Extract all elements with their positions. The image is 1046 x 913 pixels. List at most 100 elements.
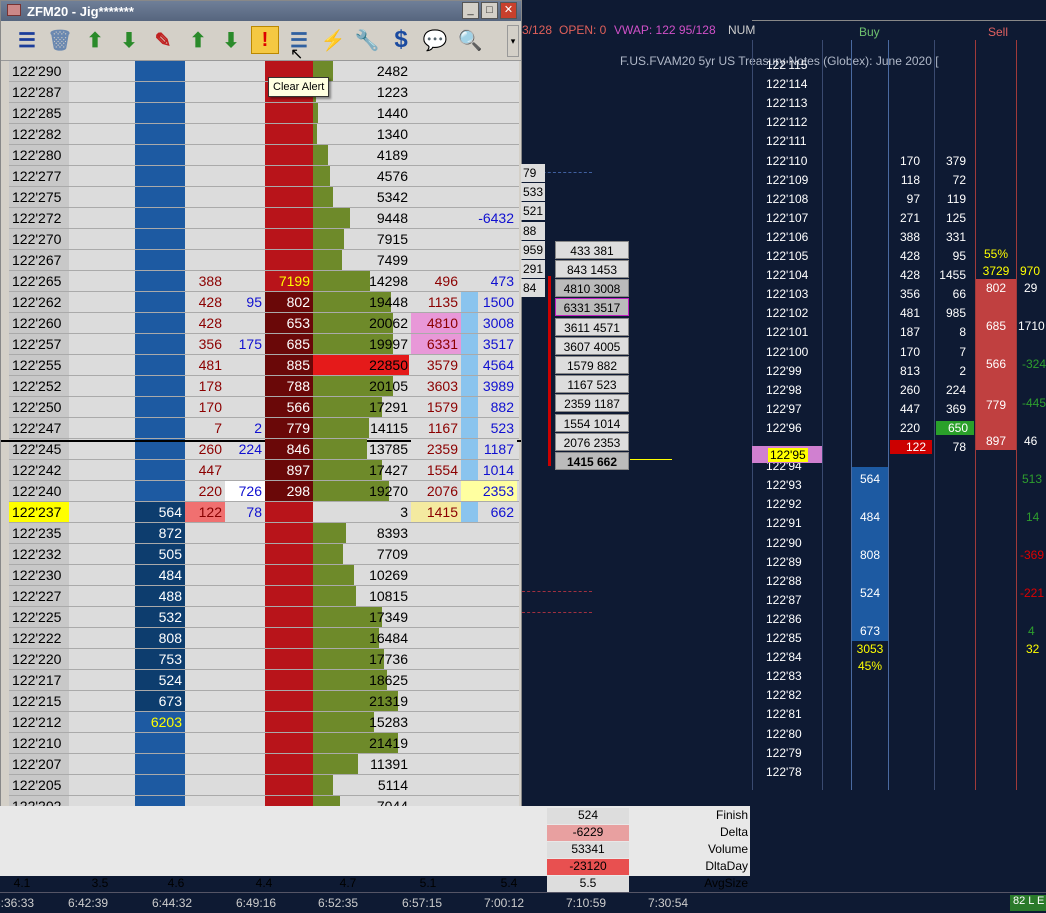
bid-size-cell[interactable]: 808	[135, 628, 185, 648]
col2-cell[interactable]: 95	[225, 292, 265, 312]
col1-cell[interactable]: 220	[185, 481, 225, 501]
ladder-row[interactable]: 122'282 1340	[9, 124, 519, 145]
volume-cell[interactable]: 21419	[313, 733, 411, 753]
ladder-row[interactable]: 122'275 5342	[9, 187, 519, 208]
price-cell[interactable]: 122'232	[9, 544, 69, 564]
col6-cell[interactable]: 882	[461, 397, 517, 417]
ladder-row[interactable]: 122'267 7499	[9, 250, 519, 271]
col5-cell[interactable]: 2359	[411, 439, 461, 459]
down-arrow-icon-2[interactable]: ⬇	[217, 26, 245, 54]
price-cell[interactable]: 122'212	[9, 712, 69, 732]
price-cell[interactable]: 122'240	[9, 481, 69, 501]
bid-size-cell[interactable]: 753	[135, 649, 185, 669]
volume-cell[interactable]: 7499	[313, 250, 411, 270]
price-cell[interactable]: 122'267	[9, 250, 69, 270]
ladder-row[interactable]: 122'290 2482	[9, 61, 519, 82]
ask-size-cell[interactable]: 685	[265, 334, 313, 354]
col5-cell[interactable]: 3579	[411, 355, 461, 375]
volume-cell[interactable]: 3	[313, 502, 411, 522]
ladder-row[interactable]: 122'262 428 95 802 19448 1135 1500	[9, 292, 519, 313]
price-cell[interactable]: 122'280	[9, 145, 69, 165]
price-cell[interactable]: 122'262	[9, 292, 69, 312]
price-cell[interactable]: 122'215	[9, 691, 69, 711]
volume-cell[interactable]: 11391	[313, 754, 411, 774]
volume-cell[interactable]: 10269	[313, 565, 411, 585]
list-icon[interactable]: ☰	[13, 26, 41, 54]
ask-size-cell[interactable]: 897	[265, 460, 313, 480]
price-cell[interactable]: 122'245	[9, 439, 69, 459]
volume-cell[interactable]: 20105	[313, 376, 411, 396]
volume-cell[interactable]: 18625	[313, 670, 411, 690]
ladder-row[interactable]: 122'280 4189	[9, 145, 519, 166]
price-cell[interactable]: 122'210	[9, 733, 69, 753]
price-cell[interactable]: 122'247	[9, 418, 69, 438]
ladder-row[interactable]: 122'237 564 122 78 3 1415 662	[9, 502, 519, 523]
col2-cell[interactable]: 2	[225, 418, 265, 438]
col5-cell[interactable]: 1579	[411, 397, 461, 417]
col6-cell[interactable]: 1187	[461, 439, 517, 459]
price-cell[interactable]: 122'207	[9, 754, 69, 774]
volume-cell[interactable]: 5114	[313, 775, 411, 795]
col2-cell[interactable]: 726	[225, 481, 265, 501]
col6-cell[interactable]: 3008	[461, 313, 517, 333]
broom-icon[interactable]: ✎	[149, 26, 177, 54]
ladder-row[interactable]: 122'220 753 17736	[9, 649, 519, 670]
ladder-row[interactable]: 122'270 7915	[9, 229, 519, 250]
bid-size-cell[interactable]: 564	[135, 502, 185, 522]
col6-cell[interactable]: 473	[461, 271, 517, 291]
volume-cell[interactable]: 17349	[313, 607, 411, 627]
volume-cell[interactable]: 15283	[313, 712, 411, 732]
ladder-row[interactable]: 122'242 447 897 17427 1554 1014	[9, 460, 519, 481]
ladder-row[interactable]: 122'277 4576	[9, 166, 519, 187]
col5-cell[interactable]: 4810	[411, 313, 461, 333]
price-cell[interactable]: 122'270	[9, 229, 69, 249]
ladder-row[interactable]: 122'217 524 18625	[9, 670, 519, 691]
price-cell[interactable]: 122'272	[9, 208, 69, 228]
col5-cell[interactable]: 1415	[411, 502, 461, 522]
col6-cell[interactable]: 3989	[461, 376, 517, 396]
ask-size-cell[interactable]: 885	[265, 355, 313, 375]
col5-cell[interactable]: 2076	[411, 481, 461, 501]
ladder-row[interactable]: 122'247 7 2 779 14115 1167 523	[9, 418, 519, 439]
plug-icon[interactable]: ⚡	[319, 26, 347, 54]
ask-size-cell[interactable]: 788	[265, 376, 313, 396]
col6-cell[interactable]: 523	[461, 418, 517, 438]
ladder-row[interactable]: 122'285 1440	[9, 103, 519, 124]
col1-cell[interactable]: 260	[185, 439, 225, 459]
volume-cell[interactable]: 10815	[313, 586, 411, 606]
price-cell[interactable]: 122'257	[9, 334, 69, 354]
col5-cell[interactable]: 496	[411, 271, 461, 291]
bid-size-cell[interactable]: 872	[135, 523, 185, 543]
price-cell[interactable]: 122'227	[9, 586, 69, 606]
wrench-icon[interactable]: 🔧	[353, 26, 381, 54]
price-cell[interactable]: 122'287	[9, 82, 69, 102]
volume-cell[interactable]: 19448	[313, 292, 411, 312]
volume-cell[interactable]: 4576	[313, 166, 411, 186]
col1-cell[interactable]: 7	[185, 418, 225, 438]
price-cell[interactable]: 122'255	[9, 355, 69, 375]
volume-cell[interactable]: 17291	[313, 397, 411, 417]
ladder-row[interactable]: 122'245 260 224 846 13785 2359 1187	[9, 439, 519, 460]
price-cell[interactable]: 122'290	[9, 61, 69, 81]
ladder-row[interactable]: 122'265 388 7199 14298 496 473	[9, 271, 519, 292]
down-arrow-icon[interactable]: ⬇	[115, 26, 143, 54]
col1-cell[interactable]: 388	[185, 271, 225, 291]
col5-cell[interactable]: 1167	[411, 418, 461, 438]
volume-cell[interactable]: 17736	[313, 649, 411, 669]
ladder-row[interactable]: 122'212 6203 15283	[9, 712, 519, 733]
price-cell[interactable]: 122'222	[9, 628, 69, 648]
bid-size-cell[interactable]: 673	[135, 691, 185, 711]
ladder-row[interactable]: 122'205 5114	[9, 775, 519, 796]
price-cell[interactable]: 122'237	[9, 502, 69, 522]
chat-icon[interactable]: 💬	[421, 26, 449, 54]
recycle-bin-icon[interactable]: 🗑	[46, 26, 74, 54]
ladder-row[interactable]: 122'207 11391	[9, 754, 519, 775]
bid-size-cell[interactable]: 6203	[135, 712, 185, 732]
ask-size-cell[interactable]: 802	[265, 292, 313, 312]
col1-cell[interactable]: 356	[185, 334, 225, 354]
ask-size-cell[interactable]: 298	[265, 481, 313, 501]
ladder-row[interactable]: 122'232 505 7709	[9, 544, 519, 565]
volume-cell[interactable]: 5342	[313, 187, 411, 207]
price-cell[interactable]: 122'225	[9, 607, 69, 627]
ladder-row[interactable]: 122'225 532 17349	[9, 607, 519, 628]
